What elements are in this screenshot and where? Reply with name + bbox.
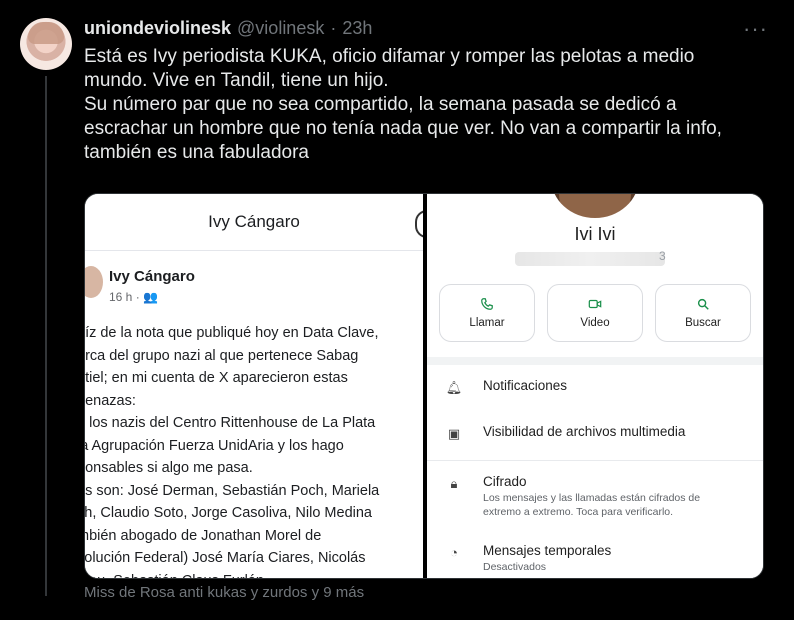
- user-handle[interactable]: @violinesk: [237, 18, 324, 39]
- setting-title: Mensajes temporales: [483, 543, 612, 558]
- separator-dot: ·: [330, 17, 337, 38]
- tweet-text-line: mundo. Vive en Tandil, tiene un hijo.: [84, 70, 389, 91]
- settings-divider: [427, 460, 763, 461]
- contact-name: Ivi Ivi: [574, 224, 616, 244]
- media-whatsapp-contact: Ivi Ivi 3 Llamar Video Buscar 🔔︎ Notific…: [427, 194, 763, 578]
- fb-post-line: aíz de la nota que publiqué hoy en Data …: [85, 325, 379, 341]
- tweet-text-line: escrachar un hombre que no tenía nada qu…: [84, 118, 722, 139]
- fb-edge-shape: [415, 210, 423, 238]
- image-icon: ▣: [447, 426, 461, 441]
- timer-icon: ◔: [450, 545, 458, 560]
- call-button: Llamar: [439, 284, 535, 342]
- liked-by-text[interactable]: Miss de Rosa anti kukas y zurdos y 9 más: [84, 584, 364, 601]
- tweet-media[interactable]: Ivy Cángaro Ivy Cángaro 16 h · 👥 aíz de …: [84, 193, 764, 579]
- setting-media-visibility: ▣ Visibilidad de archivos multimedia: [445, 424, 755, 442]
- tweet-text: Está es Ivy periodista KUKA, oficio difa…: [84, 45, 774, 165]
- section-divider: [427, 357, 763, 365]
- fb-post-line: volución Federal) José María Ciares, Nic…: [85, 550, 366, 566]
- video-icon: [588, 299, 602, 309]
- fb-author-avatar: [85, 266, 103, 298]
- search-label: Buscar: [685, 317, 721, 329]
- avatar[interactable]: [20, 18, 72, 70]
- setting-title: Cifrado: [483, 474, 527, 489]
- display-name[interactable]: uniondeviolinesk: [84, 18, 231, 39]
- media-facebook-screenshot: Ivy Cángaro Ivy Cángaro 16 h · 👥 aíz de …: [85, 194, 423, 578]
- video-label: Video: [580, 317, 610, 329]
- search-icon: [697, 298, 709, 310]
- fb-post-line: la Agrupación Fuerza UnidAria y los hago: [85, 437, 344, 454]
- fb-post-line: n los nazis del Centro Rittenhouse de La…: [85, 415, 376, 431]
- setting-disappearing-messages: ◔ Mensajes temporales Desactivados: [445, 543, 755, 574]
- tweet[interactable]: uniondeviolinesk @violinesk · 23h ··· Es…: [0, 0, 794, 620]
- fb-page-title: Ivy Cángaro: [208, 212, 300, 231]
- fb-post-line: mbién abogado de Jonathan Morel de: [85, 527, 322, 544]
- setting-subtitle: Los mensajes y las llamadas están cifrad…: [483, 492, 701, 518]
- fb-post-meta: 16 h · 👥: [109, 290, 158, 304]
- tweet-text-line: también es una fabuladora: [84, 142, 309, 163]
- tweet-text-line: Su número par que no sea compartido, la …: [84, 94, 677, 115]
- tweet-text-line: Está es Ivy periodista KUKA, oficio difa…: [84, 46, 695, 67]
- timestamp[interactable]: 23h: [342, 18, 372, 39]
- fb-post-line: rcau, Sebastián Claus Furlán.: [85, 570, 423, 579]
- search-button: Buscar: [655, 284, 751, 342]
- fb-post-body: aíz de la nota que publiqué hoy en Data …: [85, 322, 423, 578]
- tweet-header: uniondeviolinesk @violinesk · 23h: [84, 17, 372, 39]
- setting-encryption: 🔒︎ Cifrado Los mensajes y las llamadas e…: [445, 474, 755, 519]
- contact-number-redacted: [515, 252, 665, 266]
- contact-number-tail: 3: [659, 249, 666, 263]
- fb-header-divider: [85, 250, 423, 251]
- setting-title: Visibilidad de archivos multimedia: [483, 424, 686, 439]
- lock-icon: 🔒︎: [450, 476, 458, 491]
- fb-post-line: os son: José Derman, Sebastián Poch, Mar…: [85, 482, 380, 499]
- fb-post-line: ntiel; en mi cuenta de X aparecieron est…: [85, 370, 348, 386]
- setting-title: Notificaciones: [483, 378, 568, 393]
- fb-post-line: erca del grupo nazi al que pertenece Sab…: [85, 347, 359, 364]
- video-button: Video: [547, 284, 643, 342]
- fb-post-line: ponsables si algo me pasa.: [85, 460, 253, 476]
- bell-icon: 🔔︎: [445, 380, 463, 395]
- thread-line: [45, 76, 47, 596]
- setting-notifications: 🔔︎ Notificaciones: [445, 378, 755, 396]
- fb-post-line: nenazas:: [85, 392, 136, 409]
- phone-icon: [481, 298, 493, 310]
- contact-avatar: [551, 194, 639, 218]
- contact-actions: Llamar Video Buscar: [439, 284, 751, 342]
- call-label: Llamar: [469, 317, 505, 329]
- setting-subtitle: Desactivados: [483, 561, 547, 573]
- more-options-icon[interactable]: ···: [743, 16, 768, 42]
- fb-post-line: ch, Claudio Soto, Jorge Casoliva, Nilo M…: [85, 505, 372, 521]
- fb-post-author: Ivy Cángaro: [109, 268, 195, 285]
